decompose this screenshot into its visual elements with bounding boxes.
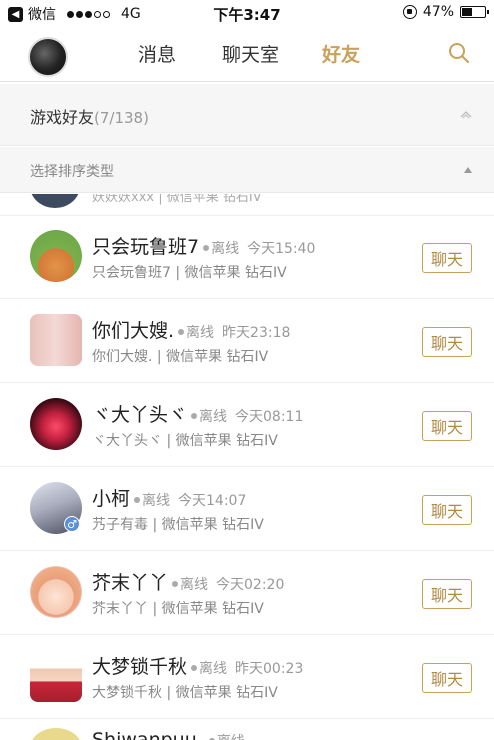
friend-name: 小柯 bbox=[92, 488, 131, 510]
friend-name-line: 大梦锁千秋 离线 昨天00:23 bbox=[92, 652, 303, 679]
status-right: 47% bbox=[402, 4, 489, 20]
last-seen-time: 今天08:11 bbox=[235, 409, 304, 425]
chat-button[interactable]: 聊天 bbox=[422, 579, 472, 609]
battery-icon bbox=[460, 6, 489, 18]
avatar bbox=[30, 194, 80, 208]
friend-name-line: Shiwanpuu 离线 bbox=[92, 729, 245, 740]
battery-percent: 47% bbox=[422, 4, 454, 20]
list-item[interactable]: 芥末丫丫 离线 今天02:20 芥末丫丫 | 微信苹果 钻石IV 聊天 bbox=[0, 552, 494, 635]
online-status: 离线 bbox=[208, 734, 245, 740]
last-seen-time: 昨天00:23 bbox=[235, 661, 304, 677]
friend-list: 妖妖妖xxx | 微信苹果 钻石IV 只会玩鲁班7 离线 今天15:40 只会玩… bbox=[0, 194, 494, 740]
online-status: 离线 bbox=[134, 490, 170, 510]
friend-name-line: 芥末丫丫 离线 今天02:20 bbox=[92, 568, 284, 595]
search-icon[interactable] bbox=[448, 42, 470, 64]
status-bar: ◀ 微信 4G 下午3:47 47% bbox=[0, 0, 494, 26]
list-item[interactable]: Shiwanpuu 离线 bbox=[0, 715, 494, 740]
friend-subtitle: ヾ大丫头ヾ | 微信苹果 钻石IV bbox=[92, 433, 278, 449]
online-status: 离线 bbox=[178, 322, 214, 342]
avatar bbox=[30, 728, 82, 740]
friend-name-line: 你们大嫂. 离线 昨天23:18 bbox=[92, 316, 290, 343]
rotation-lock-icon bbox=[402, 5, 417, 19]
friend-name: 大梦锁千秋 bbox=[92, 656, 188, 678]
male-gender-icon: ♂ bbox=[64, 516, 80, 532]
friend-subtitle: 艿子有毒 | 微信苹果 钻石IV bbox=[92, 517, 264, 533]
friend-subtitle: 妖妖妖xxx | 微信苹果 钻石IV bbox=[92, 194, 262, 205]
sort-label: 选择排序类型 bbox=[30, 164, 114, 180]
collapse-chevron-icon[interactable] bbox=[460, 109, 472, 119]
chat-button[interactable]: 聊天 bbox=[422, 495, 472, 525]
friend-subtitle: 大梦锁千秋 | 微信苹果 钻石IV bbox=[92, 685, 278, 701]
chat-button[interactable]: 聊天 bbox=[422, 411, 472, 441]
user-avatar[interactable] bbox=[28, 37, 68, 77]
friend-name: 你们大嫂. bbox=[92, 320, 175, 342]
list-item[interactable]: ヾ大丫头ヾ 离线 今天08:11 ヾ大丫头ヾ | 微信苹果 钻石IV 聊天 bbox=[0, 384, 494, 467]
list-item[interactable]: 妖妖妖xxx | 微信苹果 钻石IV bbox=[0, 194, 494, 216]
avatar bbox=[30, 398, 82, 450]
avatar bbox=[30, 566, 82, 618]
tab-messages[interactable]: 消息 bbox=[138, 40, 176, 67]
last-seen-time: 昨天23:18 bbox=[222, 325, 291, 341]
avatar bbox=[30, 230, 82, 282]
top-nav: 消息 聊天室 好友 bbox=[0, 26, 494, 82]
last-seen-time: 今天14:07 bbox=[178, 493, 247, 509]
avatar bbox=[30, 650, 82, 702]
group-count: (7/138) bbox=[94, 109, 149, 127]
list-item[interactable]: 你们大嫂. 离线 昨天23:18 你们大嫂. | 微信苹果 钻石IV 聊天 bbox=[0, 300, 494, 383]
tab-friends[interactable]: 好友 bbox=[322, 40, 360, 67]
chat-button[interactable]: 聊天 bbox=[422, 327, 472, 357]
last-seen-time: 今天15:40 bbox=[247, 241, 316, 257]
friend-subtitle: 芥末丫丫 | 微信苹果 钻石IV bbox=[92, 601, 264, 617]
friend-name: 芥末丫丫 bbox=[92, 572, 169, 594]
sort-dropdown-icon[interactable] bbox=[464, 167, 472, 173]
last-seen-time: 今天02:20 bbox=[216, 577, 285, 593]
friend-name: ヾ大丫头ヾ bbox=[92, 404, 188, 426]
chat-button[interactable]: 聊天 bbox=[422, 243, 472, 273]
online-status: 离线 bbox=[191, 406, 227, 426]
friend-name-line: 只会玩鲁班7 离线 今天15:40 bbox=[92, 232, 315, 259]
list-item[interactable]: 大梦锁千秋 离线 昨天00:23 大梦锁千秋 | 微信苹果 钻石IV 聊天 bbox=[0, 636, 494, 719]
friend-name: 只会玩鲁班7 bbox=[92, 236, 200, 258]
list-item[interactable]: 只会玩鲁班7 离线 今天15:40 只会玩鲁班7 | 微信苹果 钻石IV 聊天 bbox=[0, 216, 494, 299]
avatar bbox=[30, 314, 82, 366]
list-item[interactable]: ♂ 小柯 离线 今天14:07 艿子有毒 | 微信苹果 钻石IV 聊天 bbox=[0, 468, 494, 551]
friend-subtitle: 只会玩鲁班7 | 微信苹果 钻石IV bbox=[92, 265, 287, 281]
group-title: 游戏好友(7/138) bbox=[30, 104, 149, 128]
online-status: 离线 bbox=[191, 658, 227, 678]
friend-subtitle: 你们大嫂. | 微信苹果 钻石IV bbox=[92, 349, 269, 365]
chat-button[interactable]: 聊天 bbox=[422, 663, 472, 693]
friend-group-header[interactable]: 游戏好友(7/138) bbox=[0, 84, 494, 146]
online-status: 离线 bbox=[203, 238, 239, 258]
online-status: 离线 bbox=[172, 574, 208, 594]
sort-selector[interactable]: 选择排序类型 bbox=[0, 147, 494, 193]
group-name: 游戏好友 bbox=[30, 108, 95, 127]
friend-name-line: ヾ大丫头ヾ 离线 今天08:11 bbox=[92, 400, 303, 427]
friend-name-line: 小柯 离线 今天14:07 bbox=[92, 484, 246, 511]
friend-name: Shiwanpuu bbox=[92, 729, 197, 740]
tab-chatroom[interactable]: 聊天室 bbox=[222, 40, 279, 67]
